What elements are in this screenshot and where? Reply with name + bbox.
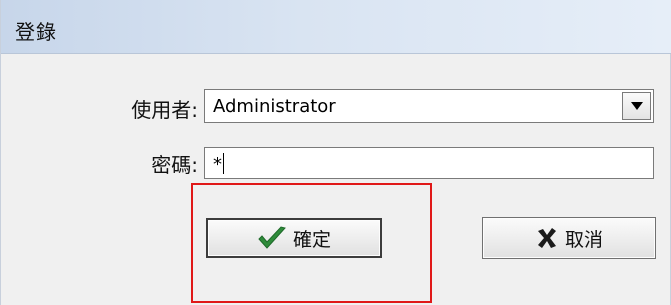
chevron-down-icon: [631, 102, 643, 110]
cancel-button-label: 取消: [564, 228, 603, 251]
dialog-title: 登錄: [15, 20, 57, 44]
user-combobox-value[interactable]: Administrator: [213, 96, 336, 117]
title-bar: 登錄: [1, 0, 671, 54]
cancel-button[interactable]: 取消: [482, 217, 656, 259]
checkmark-icon: [258, 226, 286, 249]
ok-button-label: 確定: [292, 228, 331, 251]
text-caret: [223, 153, 224, 174]
x-icon: [537, 228, 556, 248]
ok-button[interactable]: 確定: [206, 218, 382, 258]
password-field-value[interactable]: *: [213, 154, 222, 175]
user-combobox[interactable]: Administrator: [204, 89, 654, 123]
login-dialog: 登錄 使用者: Administrator 密碼: * 確定 取消: [0, 0, 671, 305]
user-label: 使用者:: [131, 98, 198, 122]
password-label: 密碼:: [151, 153, 198, 177]
dropdown-button[interactable]: [622, 92, 651, 120]
password-field[interactable]: *: [204, 147, 654, 179]
